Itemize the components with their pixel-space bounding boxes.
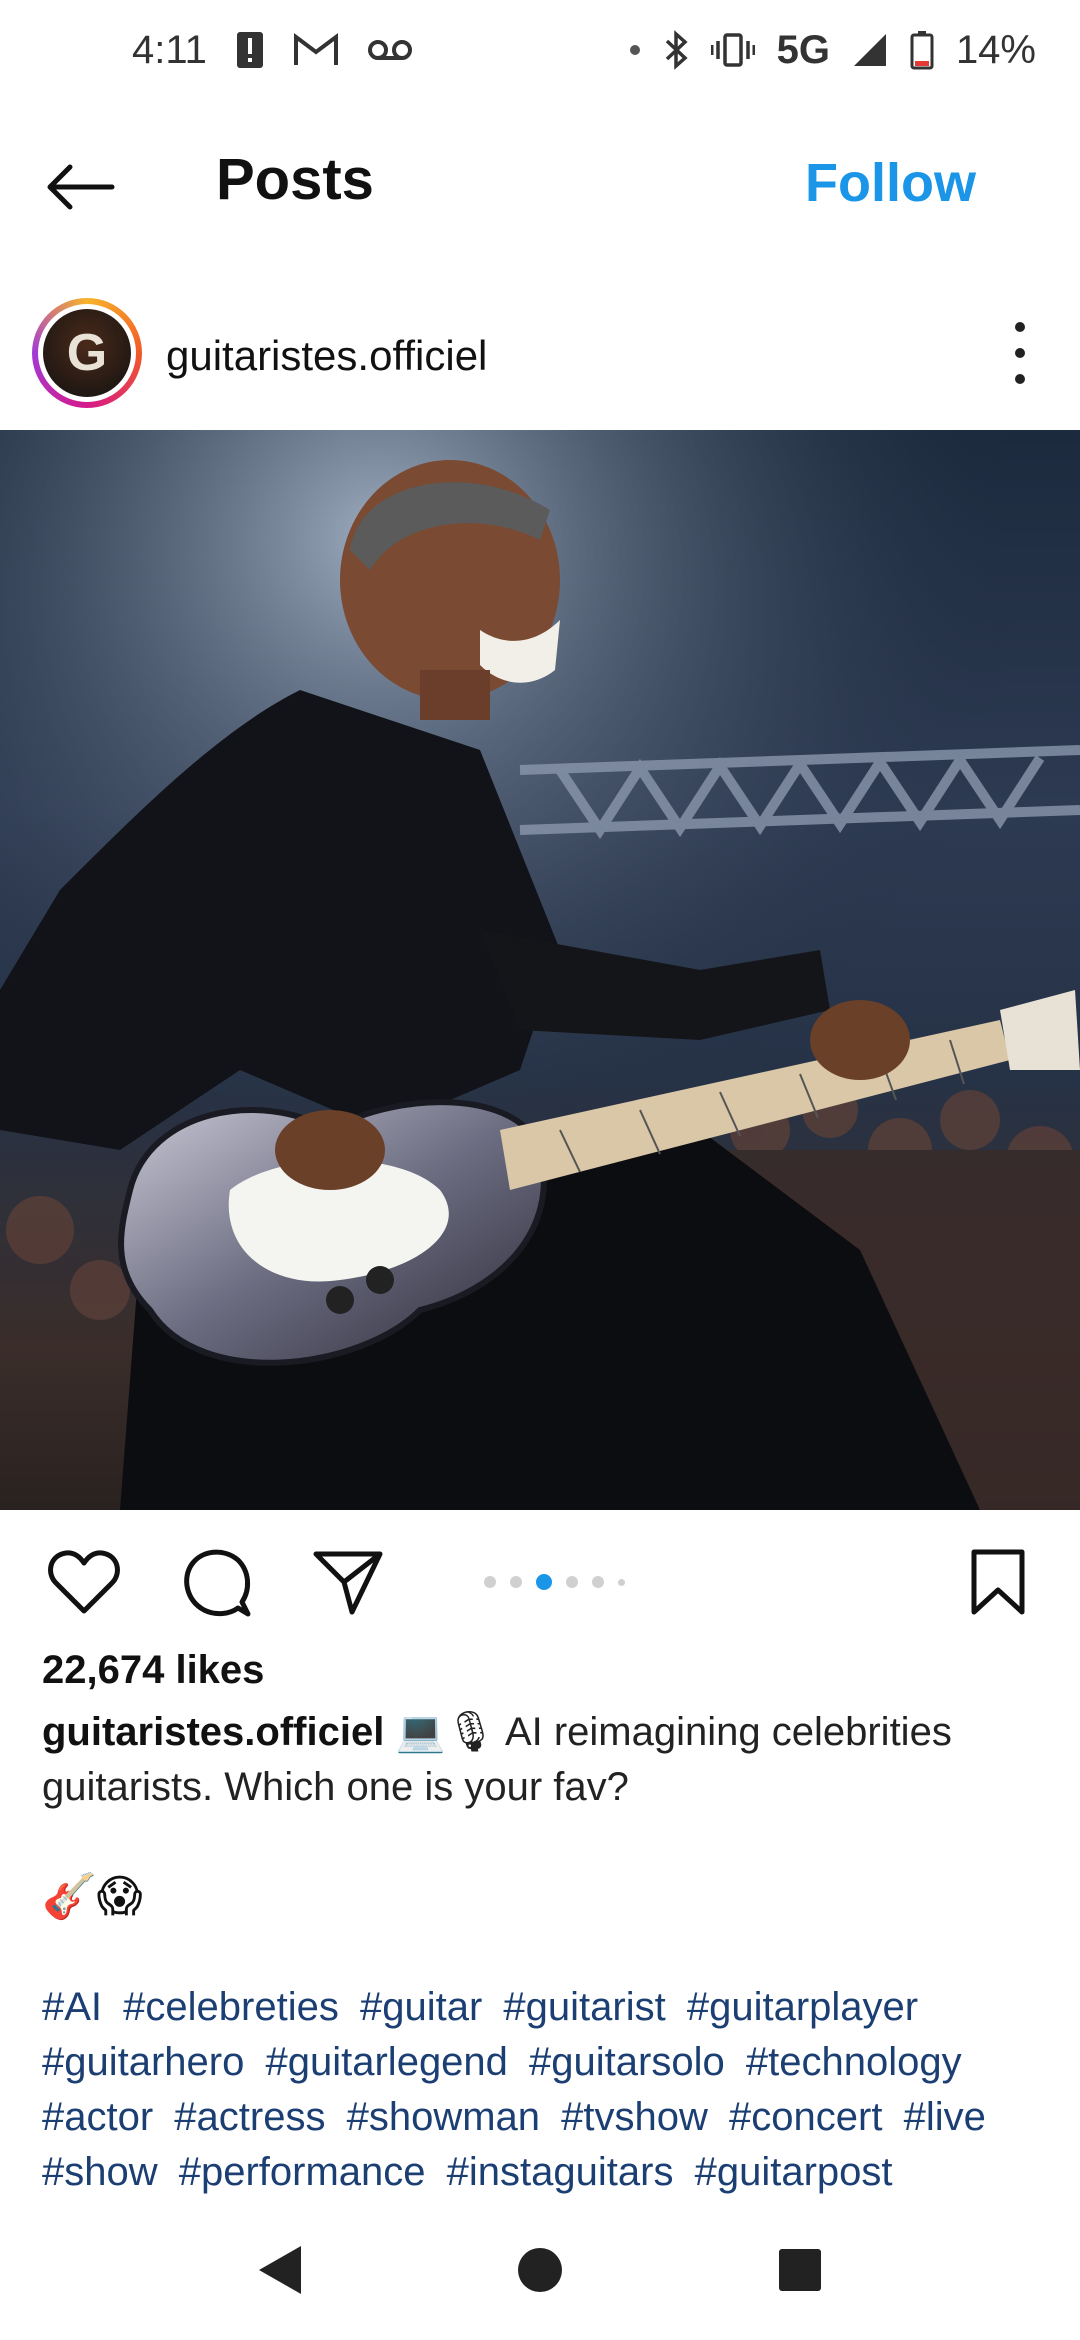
triangle-back-icon xyxy=(259,2246,301,2294)
carousel-dot xyxy=(618,1578,625,1586)
carousel-dot xyxy=(484,1576,496,1588)
hashtag-link[interactable]: #celebreties xyxy=(123,1985,339,2029)
hashtag-link[interactable]: #showman xyxy=(347,2095,540,2139)
follow-button[interactable]: Follow xyxy=(805,152,976,214)
likes-count[interactable]: 22,674 likes xyxy=(42,1648,264,1693)
voicemail-icon xyxy=(367,38,413,62)
hashtag-link[interactable]: #tvshow xyxy=(561,2095,708,2139)
square-recents-icon xyxy=(779,2249,821,2291)
hashtag-link[interactable]: #AI xyxy=(42,1985,102,2029)
hashtag-link[interactable]: #actress xyxy=(174,2095,325,2139)
nav-home-button[interactable] xyxy=(510,2240,570,2300)
post-header: G guitaristes.officiel xyxy=(0,290,1080,430)
bluetooth-icon xyxy=(663,30,689,70)
concert-guitarist-illustration xyxy=(0,430,1080,1510)
hashtag-link[interactable]: #guitarpost xyxy=(695,2150,893,2194)
status-bar: 4:11 5G 14% xyxy=(0,0,1080,100)
nav-back-button[interactable] xyxy=(250,2240,310,2300)
send-icon xyxy=(313,1551,383,1615)
save-button[interactable] xyxy=(960,1544,1036,1620)
hashtag-link[interactable]: #guitarplayer xyxy=(687,1985,918,2029)
circle-home-icon xyxy=(518,2248,562,2292)
status-right: 5G 14% xyxy=(629,28,1036,73)
status-left: 4:11 xyxy=(132,28,413,73)
avatar-story-ring[interactable]: G xyxy=(32,298,142,408)
hashtag-link[interactable]: #instaguitars xyxy=(447,2150,674,2194)
top-app-bar: Posts Follow xyxy=(0,100,1080,270)
post-username[interactable]: guitaristes.officiel xyxy=(166,332,487,380)
alert-icon xyxy=(235,30,265,70)
battery-percent: 14% xyxy=(955,27,1036,72)
hashtag-link[interactable]: #show xyxy=(42,2150,158,2194)
post-caption: guitaristes.officiel 💻🎙 AI reimagining c… xyxy=(42,1705,1042,1815)
nav-recents-button[interactable] xyxy=(770,2240,830,2300)
post-image[interactable] xyxy=(0,430,1080,1510)
hashtag-link[interactable]: #guitarlegend xyxy=(266,2040,508,2084)
system-nav-bar xyxy=(0,2200,1080,2340)
heart-icon xyxy=(48,1550,120,1614)
arrow-left-icon xyxy=(47,164,115,210)
hashtag-link[interactable]: #guitar xyxy=(360,1985,482,2029)
carousel-indicator xyxy=(484,1574,625,1590)
comment-button[interactable] xyxy=(178,1544,254,1620)
signal-icon xyxy=(852,32,888,68)
carousel-dot-active xyxy=(536,1574,552,1590)
bookmark-icon xyxy=(971,1549,1025,1615)
share-button[interactable] xyxy=(310,1544,386,1620)
avatar: G xyxy=(43,309,131,397)
carousel-dot xyxy=(510,1576,522,1588)
caption-emoji: 💻🎙 xyxy=(395,1710,497,1754)
network-type: 5G xyxy=(776,27,830,72)
carousel-dot xyxy=(592,1576,604,1588)
hashtag-link[interactable]: #concert xyxy=(729,2095,882,2139)
vibrate-icon xyxy=(710,32,755,68)
hashtag-link[interactable]: #guitarist xyxy=(503,1985,665,2029)
battery-icon xyxy=(910,30,934,70)
post-actions xyxy=(0,1530,1080,1630)
hashtag-link[interactable]: #technology xyxy=(746,2040,962,2084)
hashtag-link[interactable]: #guitarsolo xyxy=(529,2040,725,2084)
hashtag-link[interactable]: #live xyxy=(904,2095,986,2139)
comment-icon xyxy=(184,1549,251,1617)
back-button[interactable] xyxy=(44,152,124,222)
caption-emoji-line: 🎸😱 xyxy=(42,1872,143,1921)
hashtag-link[interactable]: #actor xyxy=(42,2095,153,2139)
hashtag-link[interactable]: #guitarhero xyxy=(42,2040,244,2084)
hashtag-list: #AI #celebreties #guitar #guitarist #gui… xyxy=(42,1980,1052,2200)
status-time: 4:11 xyxy=(132,27,207,72)
hashtag-link[interactable]: #performance xyxy=(179,2150,426,2194)
page-title: Posts xyxy=(216,147,374,212)
dot-icon xyxy=(629,44,641,56)
more-options-icon[interactable] xyxy=(1000,318,1040,388)
carousel-dot xyxy=(566,1576,578,1588)
like-button[interactable] xyxy=(46,1544,122,1620)
gmail-icon xyxy=(293,32,339,68)
caption-username[interactable]: guitaristes.officiel xyxy=(42,1710,384,1754)
